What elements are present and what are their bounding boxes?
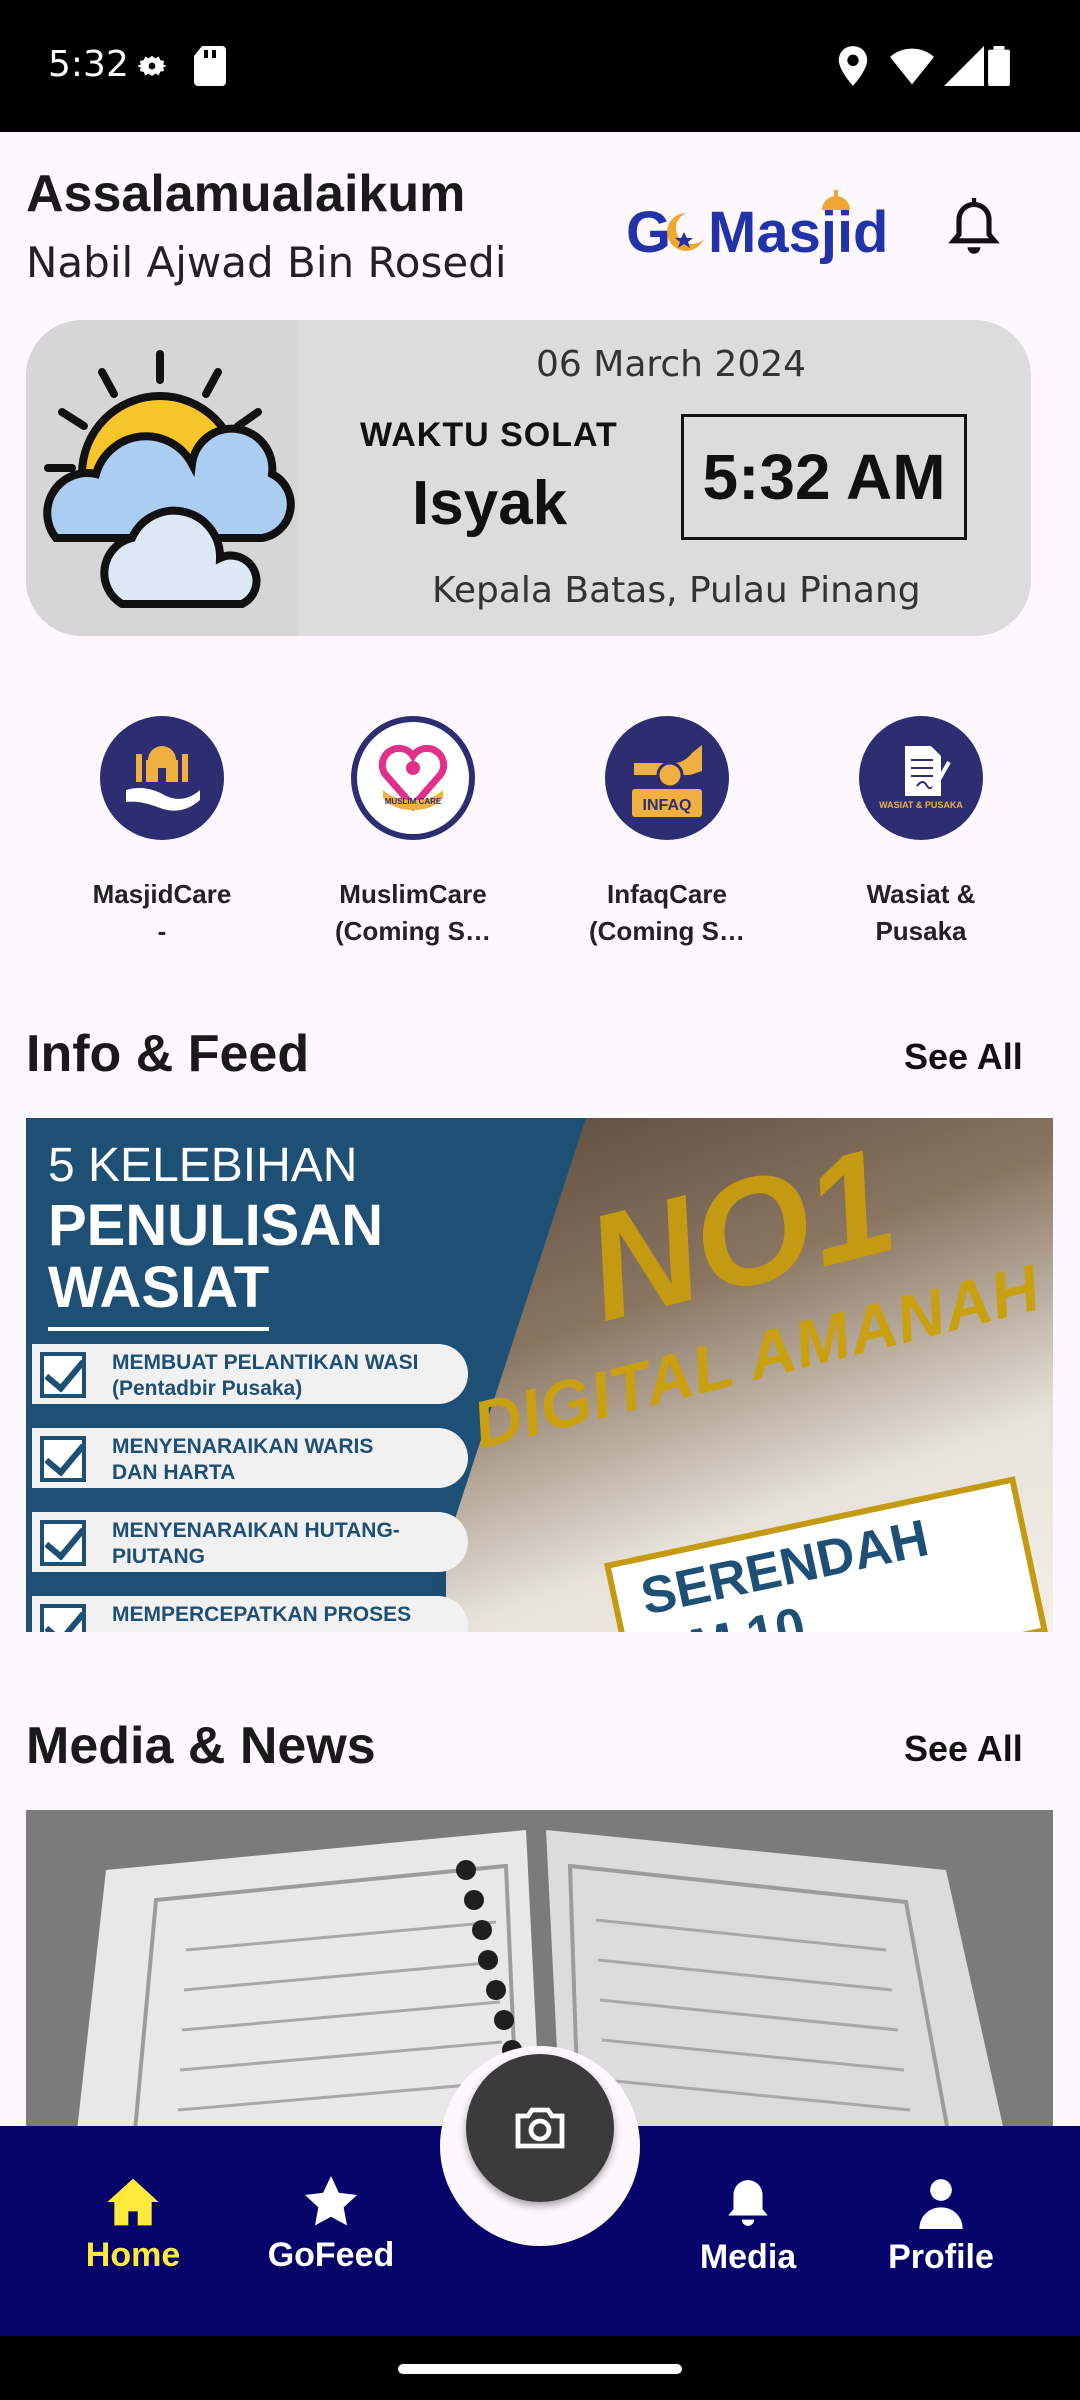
service-label: InfaqCare (Coming S… <box>589 879 745 946</box>
sd-card-icon <box>194 46 226 86</box>
camera-icon <box>515 2107 565 2149</box>
status-time: 5:32 <box>48 44 129 85</box>
location-icon <box>838 46 868 86</box>
svg-text:G: G <box>626 200 671 265</box>
prayer-date: 06 March 2024 <box>536 344 807 385</box>
service-label: MuslimCare (Coming S… <box>335 879 491 946</box>
service-label: Wasiat & Pusaka <box>866 879 976 946</box>
status-bar: 5:32 <box>0 0 1080 132</box>
gomasjid-logo: G Masjid <box>624 186 889 266</box>
muslimcare-logo-icon: MUSLIM CARE <box>351 716 475 840</box>
nav-media[interactable]: Media <box>663 2176 833 2277</box>
star-icon <box>305 2176 357 2226</box>
nav-label: GoFeed <box>267 2236 395 2274</box>
info-feed-see-all-link[interactable]: See All <box>904 1036 1023 1078</box>
service-masjidcare[interactable]: MasjidCare - <box>62 716 262 950</box>
infaq-badge-text: INFAQ <box>643 797 692 814</box>
info-feed-title: Info & Feed <box>26 1025 310 1083</box>
checkbox-icon <box>40 1604 86 1632</box>
prayer-clock: 5:32 AM <box>681 414 967 540</box>
banner-heading: PENULISAN <box>48 1193 384 1258</box>
infaqcare-logo-icon: INFAQ <box>605 716 729 840</box>
service-label: MasjidCare - <box>92 879 232 946</box>
nav-gofeed[interactable]: GoFeed <box>246 2176 416 2275</box>
nav-home[interactable]: Home <box>48 2176 218 2275</box>
media-news-see-all-link[interactable]: See All <box>904 1728 1023 1770</box>
banner-list-item: MEMPERCEPATKAN PROSES PENTADBIRAN PUSAKA <box>32 1596 468 1632</box>
service-infaqcare[interactable]: INFAQ InfaqCare (Coming S… <box>567 716 767 950</box>
prayer-name: Isyak <box>412 469 568 538</box>
checkbox-icon <box>40 1352 86 1398</box>
screen: 5:32 Assalamualaikum Nabil Ajwad Bin Ros… <box>0 0 1080 2400</box>
nav-label: Media <box>699 2238 797 2276</box>
signal-icon <box>944 46 984 86</box>
weather-panel <box>26 320 298 636</box>
battery-icon <box>988 46 1010 86</box>
banner-list-item: MENYENARAIKAN WARIS DAN HARTA <box>32 1428 468 1488</box>
camera-fab-button[interactable] <box>466 2054 614 2202</box>
partly-cloudy-icon <box>43 350 295 608</box>
home-icon <box>107 2178 159 2226</box>
media-news-title: Media & News <box>26 1717 376 1775</box>
wasiat-pusaka-logo-icon: WASIAT & PUSAKA <box>859 716 983 840</box>
notification-bell-icon[interactable] <box>948 198 1000 258</box>
service-muslimcare[interactable]: MUSLIM CARE MuslimCare (Coming S… <box>313 716 513 950</box>
checkbox-icon <box>40 1436 86 1482</box>
prayer-time-card[interactable]: 06 March 2024 WAKTU SOLAT Isyak 5:32 AM … <box>26 320 1031 636</box>
greeting-title: Assalamualaikum <box>26 165 466 223</box>
banner-heading: 5 KELEBIHAN <box>48 1139 358 1192</box>
muslimcare-badge-text: MUSLIM CARE <box>385 797 442 806</box>
banner-list-item: MEMBUAT PELANTIKAN WASI (Pentadbir Pusak… <box>32 1344 468 1404</box>
banner-heading: WASIAT <box>48 1254 270 1331</box>
info-feed-banner[interactable]: 5 KELEBIHAN PENULISAN WASIAT MEMBUAT PEL… <box>26 1118 1053 1632</box>
banner-list-item: MENYENARAIKAN HUTANG- PIUTANG <box>32 1512 468 1572</box>
person-icon <box>919 2179 963 2229</box>
nav-label: Home <box>85 2236 181 2274</box>
service-wasiat-pusaka[interactable]: WASIAT & PUSAKA Wasiat & Pusaka <box>821 716 1021 950</box>
svg-text:Masjid: Masjid <box>708 200 886 265</box>
nav-profile[interactable]: Profile <box>856 2176 1026 2277</box>
masjidcare-logo-icon <box>100 716 224 840</box>
checkbox-icon <box>40 1520 86 1566</box>
prayer-location: Kepala Batas, Pulau Pinang <box>432 570 921 611</box>
prayer-label: WAKTU SOLAT <box>360 416 618 454</box>
nav-label: Profile <box>888 2238 994 2276</box>
bell-icon <box>728 2180 768 2226</box>
wasiat-badge-text: WASIAT & PUSAKA <box>879 800 963 810</box>
wifi-icon <box>890 48 934 85</box>
settings-icon <box>137 55 167 76</box>
user-name: Nabil Ajwad Bin Rosedi <box>26 238 507 287</box>
home-gesture-pill[interactable] <box>398 2364 682 2374</box>
